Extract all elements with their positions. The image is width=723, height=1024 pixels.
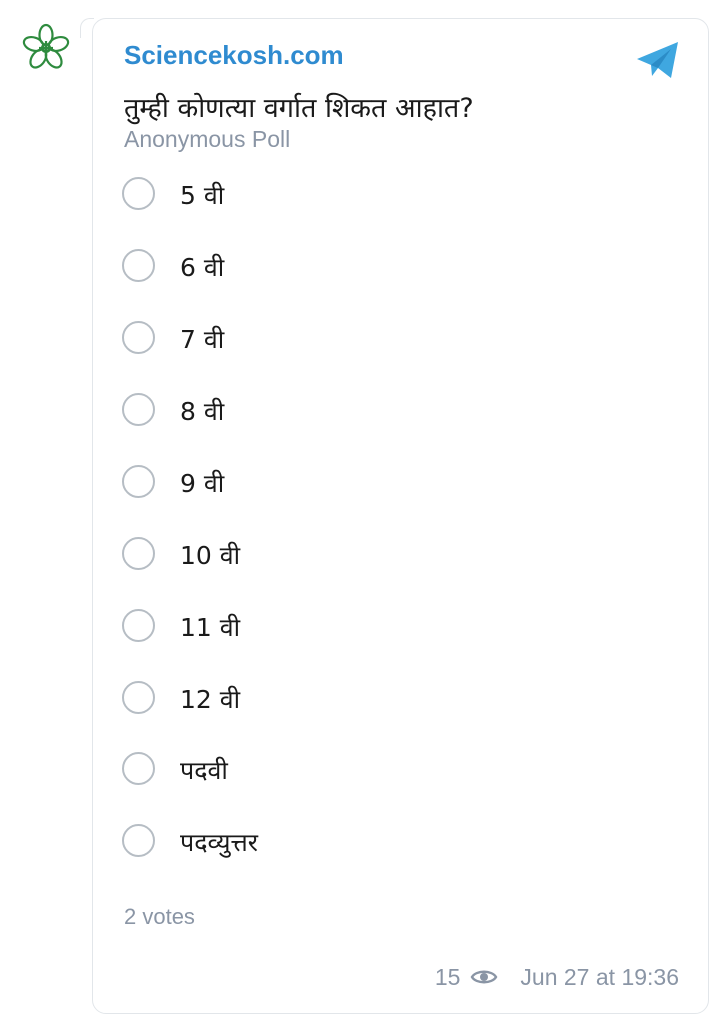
radio-button[interactable]: [122, 681, 155, 714]
poll-option-label: पदवी: [180, 756, 228, 785]
radio-button[interactable]: [122, 752, 155, 785]
radio-button[interactable]: [122, 824, 155, 857]
radio-button[interactable]: [122, 249, 155, 282]
poll-option-label: 12 वी: [180, 685, 241, 714]
message-meta: 15 Jun 27 at 19:36: [435, 962, 679, 992]
poll-option-label: पदव्युत्तर: [180, 828, 259, 857]
poll-option[interactable]: 12 वी: [122, 680, 622, 720]
radio-button[interactable]: [122, 177, 155, 210]
radio-button[interactable]: [122, 321, 155, 354]
poll-message-bubble: [92, 18, 709, 1014]
channel-name[interactable]: Sciencekosh.com: [124, 40, 344, 71]
poll-option[interactable]: 5 वी: [122, 176, 622, 216]
poll-option-label: 8 वी: [180, 397, 225, 426]
poll-option[interactable]: 11 वी: [122, 608, 622, 648]
poll-option-label: 5 वी: [180, 181, 225, 210]
poll-option[interactable]: 10 वी: [122, 536, 622, 576]
message-timestamp: Jun 27 at 19:36: [520, 963, 679, 990]
poll-option[interactable]: 7 वी: [122, 320, 622, 360]
poll-option[interactable]: पदवी: [122, 751, 622, 791]
poll-option[interactable]: 9 वी: [122, 464, 622, 504]
radio-button[interactable]: [122, 393, 155, 426]
radio-button[interactable]: [122, 609, 155, 642]
poll-question: तुम्ही कोणत्या वर्गात शिकत आहात?: [124, 93, 474, 124]
eye-icon: [470, 967, 498, 987]
poll-option-label: 9 वी: [180, 469, 225, 498]
radio-button[interactable]: [122, 537, 155, 570]
radio-button[interactable]: [122, 465, 155, 498]
poll-option-label: 7 वी: [180, 325, 225, 354]
poll-option-label: 11 वी: [180, 613, 241, 642]
poll-type-label: Anonymous Poll: [124, 126, 291, 152]
poll-option-label: 6 वी: [180, 253, 225, 282]
telegram-share-icon[interactable]: [635, 40, 681, 80]
poll-option-label: 10 वी: [180, 541, 241, 570]
poll-option[interactable]: पदव्युत्तर: [122, 823, 622, 863]
poll-option[interactable]: 6 वी: [122, 248, 622, 288]
votes-count[interactable]: 2 votes: [124, 904, 195, 930]
flower-logo-icon[interactable]: [20, 22, 72, 74]
views-count: 15: [434, 963, 461, 990]
poll-option[interactable]: 8 वी: [122, 392, 622, 432]
